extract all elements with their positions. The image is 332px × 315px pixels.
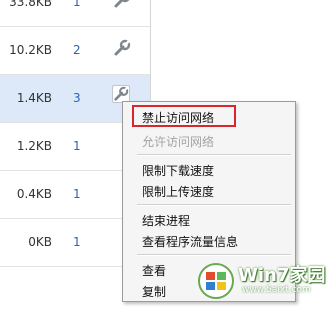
row-size: 10.2KB <box>9 43 52 57</box>
watermark-url: www.5aixt.com <box>242 285 311 295</box>
menu-item-end-process[interactable]: 结束进程 <box>142 212 190 229</box>
row-size: 33.8KB <box>9 0 52 9</box>
row-connection-count[interactable]: 1 <box>73 235 81 249</box>
row-size: 1.4KB <box>16 91 52 105</box>
menu-item-block-network[interactable]: 禁止访问网络 <box>142 109 214 126</box>
list-row[interactable]: 10.2KB 2 <box>0 27 150 75</box>
menu-item-limit-upload[interactable]: 限制上传速度 <box>142 183 214 200</box>
row-connection-count[interactable]: 1 <box>73 0 81 9</box>
watermark-title: Win7家园 <box>238 265 326 286</box>
row-size: 0KB <box>28 235 52 249</box>
wrench-icon[interactable] <box>113 39 131 57</box>
menu-separator <box>137 254 291 256</box>
list-row[interactable]: 33.8KB 1 <box>0 0 150 27</box>
row-connection-count[interactable]: 1 <box>73 139 81 153</box>
windows-logo-icon <box>198 263 234 299</box>
menu-separator <box>137 154 291 156</box>
row-size: 1.2KB <box>16 139 52 153</box>
row-connection-count[interactable]: 2 <box>73 43 81 57</box>
row-connection-count[interactable]: 3 <box>73 91 81 105</box>
menu-item-allow-network: 允许访问网络 <box>142 135 215 149</box>
watermark: Win7家园 www.5aixt.com <box>196 257 332 302</box>
menu-separator <box>137 204 291 206</box>
menu-item-view[interactable]: 查看 <box>142 262 166 279</box>
row-size: 0.4KB <box>16 187 52 201</box>
menu-item-copy[interactable]: 复制 <box>142 283 166 300</box>
menu-item-view-traffic[interactable]: 查看程序流量信息 <box>142 233 238 250</box>
row-connection-count[interactable]: 1 <box>73 187 81 201</box>
wrench-icon[interactable] <box>113 0 131 9</box>
menu-item-limit-download[interactable]: 限制下载速度 <box>142 162 214 179</box>
